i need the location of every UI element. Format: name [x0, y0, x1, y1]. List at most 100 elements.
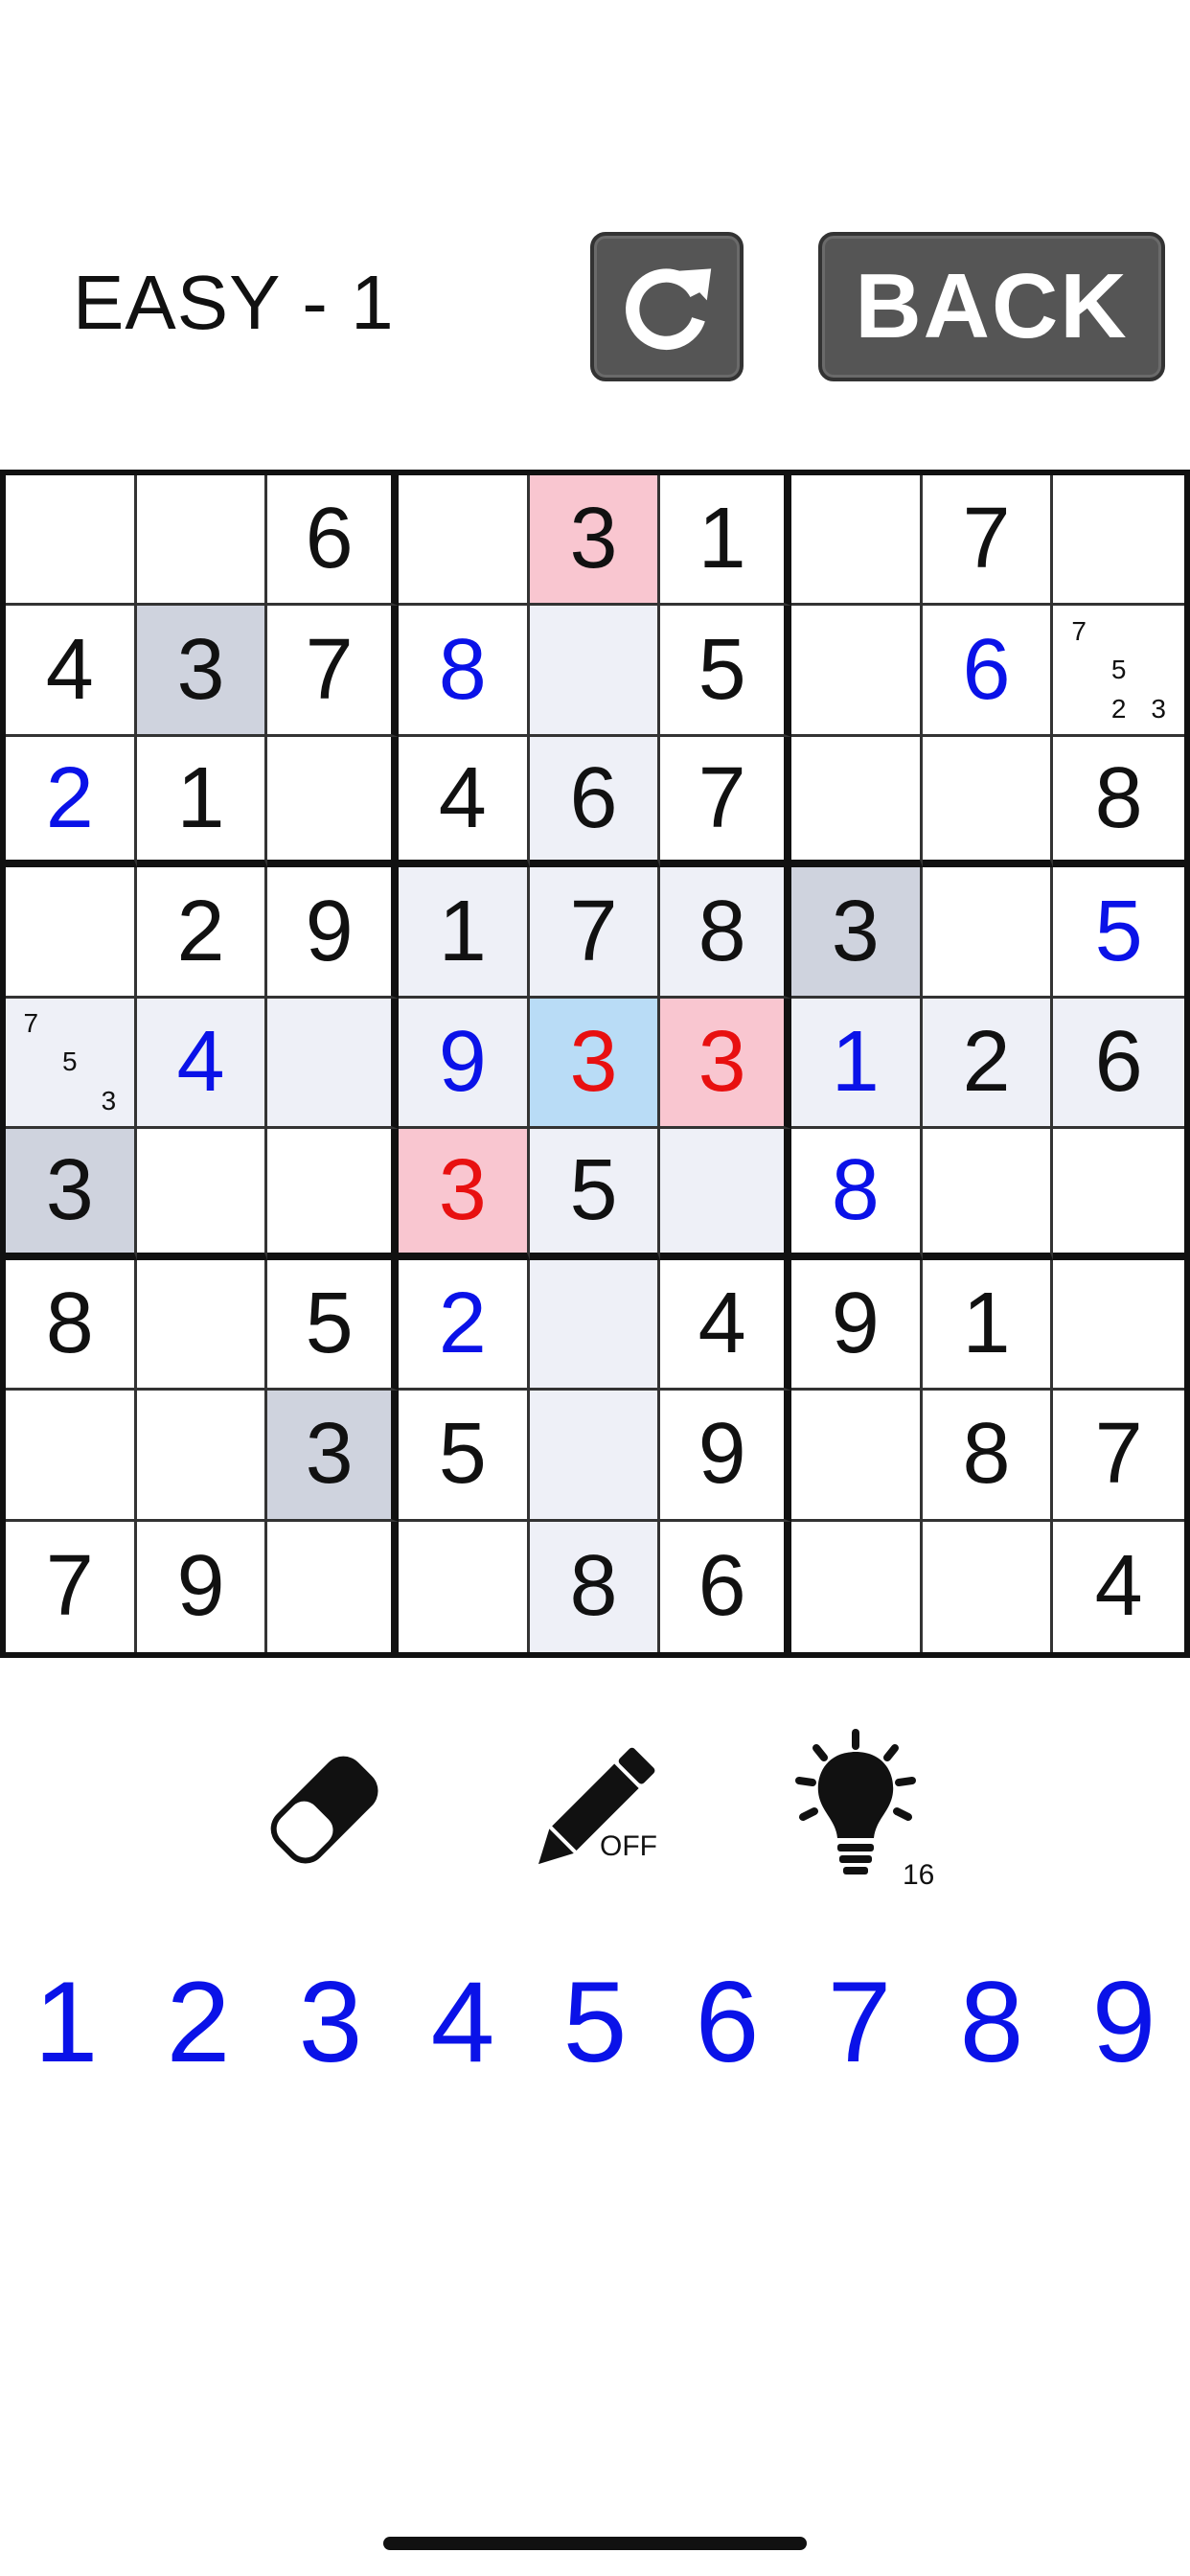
sudoku-cell-r5-c6[interactable]: 3: [660, 998, 791, 1130]
sudoku-cell-r9-c2[interactable]: 9: [137, 1521, 268, 1652]
sudoku-cell-r4-c2[interactable]: 2: [136, 867, 268, 999]
sudoku-cell-r3-c5[interactable]: 6: [529, 736, 661, 868]
sudoku-cell-r5-c7[interactable]: 1: [791, 998, 923, 1130]
sudoku-cell-r5-c8[interactable]: 2: [922, 998, 1054, 1130]
sudoku-cell-r2-c6[interactable]: 5: [660, 606, 791, 737]
sudoku-cell-r1-c9[interactable]: [1053, 475, 1184, 607]
sudoku-cell-r6-c7[interactable]: 8: [791, 1129, 923, 1260]
sudoku-cell-r8-c3[interactable]: 3: [267, 1391, 399, 1522]
sudoku-cell-r1-c2[interactable]: [136, 475, 268, 607]
sudoku-cell-r4-c1[interactable]: [6, 867, 137, 999]
sudoku-cell-r5-c4[interactable]: 9: [399, 998, 530, 1130]
sudoku-cell-r2-c4[interactable]: 8: [399, 606, 530, 737]
sudoku-cell-r4-c4[interactable]: 1: [399, 867, 530, 999]
sudoku-cell-r9-c1[interactable]: 7: [6, 1521, 137, 1652]
sudoku-cell-r2-c2[interactable]: 3: [136, 606, 268, 737]
sudoku-cell-r6-c3[interactable]: [267, 1129, 399, 1260]
sudoku-cell-r5-c2[interactable]: 4: [136, 998, 268, 1130]
eraser-button[interactable]: [240, 1725, 412, 1898]
sudoku-cell-r8-c6[interactable]: 9: [660, 1391, 791, 1522]
sudoku-cell-r7-c9[interactable]: [1053, 1260, 1184, 1392]
sudoku-cell-r8-c8[interactable]: 8: [922, 1391, 1054, 1522]
number-key-7[interactable]: 7: [793, 1955, 926, 2089]
sudoku-cell-r8-c7[interactable]: [791, 1391, 923, 1522]
sudoku-cell-r5-c3[interactable]: [267, 998, 399, 1130]
sudoku-cell-r1-c7[interactable]: [791, 475, 923, 607]
sudoku-cell-r7-c8[interactable]: 1: [922, 1259, 1054, 1392]
cell-digit: 3: [569, 491, 618, 587]
sudoku-cell-r4-c7[interactable]: 3: [791, 867, 923, 999]
sudoku-cell-r1-c5[interactable]: 3: [529, 475, 661, 607]
sudoku-cell-r7-c1[interactable]: 8: [6, 1259, 137, 1392]
sudoku-cell-r3-c1[interactable]: 2: [6, 736, 137, 868]
sudoku-cell-r7-c5[interactable]: [529, 1259, 661, 1392]
sudoku-cell-r9-c7[interactable]: [791, 1521, 923, 1652]
sudoku-cell-r6-c6[interactable]: [660, 1129, 791, 1260]
sudoku-cell-r4-c8[interactable]: [922, 867, 1054, 999]
number-key-6[interactable]: 6: [661, 1955, 793, 2089]
number-key-9[interactable]: 9: [1058, 1955, 1190, 2089]
sudoku-cell-r3-c2[interactable]: 1: [136, 736, 268, 868]
sudoku-cell-r9-c4[interactable]: [399, 1521, 530, 1652]
sudoku-cell-r1-c4[interactable]: [399, 475, 530, 607]
sudoku-cell-r3-c6[interactable]: 7: [660, 736, 791, 868]
sudoku-cell-r9-c8[interactable]: [923, 1521, 1054, 1652]
sudoku-cell-r6-c5[interactable]: 5: [529, 1129, 661, 1260]
sudoku-cell-r8-c5[interactable]: [529, 1391, 661, 1522]
sudoku-cell-r9-c6[interactable]: 6: [660, 1521, 791, 1652]
sudoku-cell-r2-c9[interactable]: 75 23: [1053, 606, 1184, 737]
sudoku-cell-r4-c3[interactable]: 9: [267, 867, 399, 999]
sudoku-cell-r7-c4[interactable]: 2: [399, 1259, 530, 1392]
sudoku-cell-r5-c1[interactable]: 753: [6, 998, 137, 1130]
sudoku-cell-r3-c3[interactable]: [267, 736, 399, 868]
note-digit: [51, 1004, 90, 1043]
sudoku-cell-r2-c7[interactable]: [791, 606, 923, 737]
sudoku-cell-r2-c1[interactable]: 4: [6, 606, 137, 737]
number-key-8[interactable]: 8: [926, 1955, 1058, 2089]
restart-button[interactable]: [590, 232, 744, 381]
number-key-1[interactable]: 1: [0, 1955, 132, 2089]
sudoku-cell-r5-c5[interactable]: 3: [529, 998, 661, 1130]
sudoku-cell-r6-c2[interactable]: [136, 1129, 268, 1260]
number-key-3[interactable]: 3: [264, 1955, 397, 2089]
sudoku-cell-r3-c7[interactable]: [791, 736, 923, 868]
sudoku-cell-r9-c3[interactable]: [267, 1521, 399, 1652]
sudoku-cell-r9-c5[interactable]: 8: [529, 1521, 661, 1652]
sudoku-cell-r2-c3[interactable]: 7: [267, 606, 399, 737]
sudoku-cell-r3-c4[interactable]: 4: [399, 736, 530, 868]
sudoku-cell-r8-c4[interactable]: 5: [399, 1391, 530, 1522]
sudoku-cell-r7-c3[interactable]: 5: [267, 1259, 399, 1392]
sudoku-cell-r7-c6[interactable]: 4: [660, 1259, 791, 1392]
cell-digit: 9: [438, 1013, 487, 1110]
number-key-5[interactable]: 5: [529, 1955, 661, 2089]
sudoku-cell-r2-c8[interactable]: 6: [922, 606, 1054, 737]
sudoku-cell-r5-c9[interactable]: 6: [1053, 998, 1184, 1130]
hint-button[interactable]: 16: [767, 1725, 939, 1898]
sudoku-cell-r1-c3[interactable]: 6: [267, 475, 399, 607]
number-key-4[interactable]: 4: [397, 1955, 529, 2089]
sudoku-cell-r6-c4[interactable]: 3: [399, 1129, 530, 1260]
sudoku-cell-r4-c9[interactable]: 5: [1053, 867, 1184, 999]
sudoku-cell-r6-c8[interactable]: [922, 1129, 1054, 1260]
sudoku-cell-r4-c6[interactable]: 8: [660, 867, 791, 999]
sudoku-cell-r9-c9[interactable]: 4: [1053, 1522, 1184, 1652]
sudoku-cell-r1-c6[interactable]: 1: [660, 475, 791, 607]
sudoku-cell-r3-c8[interactable]: [922, 736, 1054, 868]
sudoku-cell-r7-c7[interactable]: 9: [791, 1259, 923, 1392]
sudoku-cell-r8-c9[interactable]: 7: [1053, 1391, 1184, 1522]
pencil-notes-toggle[interactable]: OFF: [508, 1725, 680, 1898]
cell-digit: 4: [1094, 1538, 1143, 1635]
sudoku-cell-r7-c2[interactable]: [136, 1259, 268, 1392]
sudoku-cell-r2-c5[interactable]: [529, 606, 661, 737]
sudoku-cell-r1-c8[interactable]: 7: [922, 475, 1054, 607]
number-key-2[interactable]: 2: [132, 1955, 264, 2089]
sudoku-cell-r1-c1[interactable]: [6, 475, 137, 607]
cell-digit: 8: [438, 621, 487, 718]
sudoku-cell-r3-c9[interactable]: 8: [1053, 737, 1184, 868]
sudoku-cell-r8-c1[interactable]: [6, 1391, 137, 1522]
sudoku-cell-r6-c1[interactable]: 3: [6, 1129, 137, 1260]
sudoku-cell-r6-c9[interactable]: [1053, 1129, 1184, 1260]
sudoku-cell-r4-c5[interactable]: 7: [529, 867, 661, 999]
back-button[interactable]: BACK: [818, 232, 1165, 381]
sudoku-cell-r8-c2[interactable]: [136, 1391, 268, 1522]
